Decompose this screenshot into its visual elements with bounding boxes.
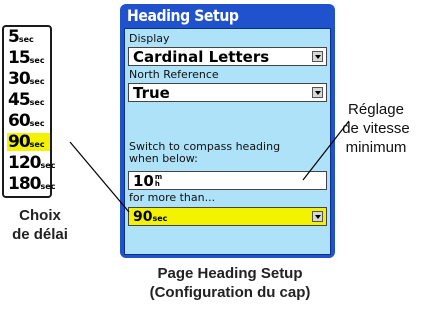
page-caption-line1: Page Heading Setup	[157, 265, 303, 282]
speed-leader-line	[302, 120, 350, 181]
page-caption-line2: (Configuration du cap)	[149, 284, 311, 301]
page-caption: Page Heading Setup (Configuration du cap…	[100, 264, 360, 302]
delay-leader-line	[69, 141, 130, 213]
